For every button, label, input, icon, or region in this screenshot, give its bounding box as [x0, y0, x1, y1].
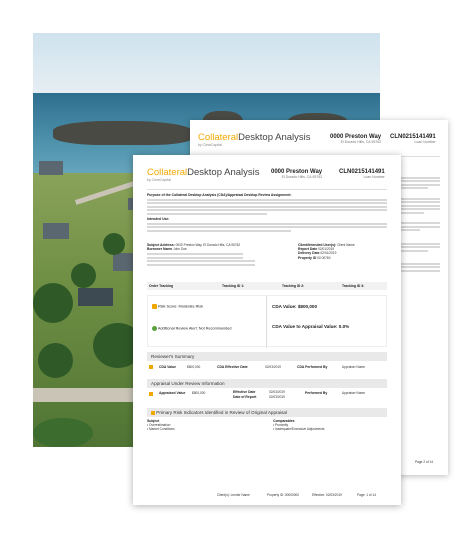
tree: [71, 263, 96, 288]
review-alert: Additional Review Alert: Not Recommended: [152, 326, 232, 331]
house: [39, 161, 63, 175]
cda-ratio: CDA Value to Appraisal Value: 0.0%: [272, 324, 350, 329]
tree: [38, 343, 73, 378]
tracking-row: Order Tracking Tracking ID 1: Tracking I…: [147, 282, 387, 290]
tree: [33, 283, 73, 323]
sky: [33, 33, 380, 93]
page-footer: Client(s): Lender Name Property ID: 0000…: [217, 493, 376, 497]
comparables-risk-list: Comparables • Proximity • Inadequate/Exc…: [273, 419, 325, 432]
loan-label: Loan Number: [414, 140, 436, 144]
tree: [103, 233, 125, 255]
client-info: Client/Intended User(s): Client Name Rep…: [298, 243, 355, 260]
appraisal-heading: Appraisal Under Review Information: [147, 379, 387, 388]
purpose-heading: Purpose of the Collateral Desktop Analys…: [147, 193, 292, 197]
rock-formation: [53, 121, 193, 145]
report-page-front: CollateralDesktop Analysis by ClearCapit…: [133, 155, 401, 505]
check-icon: [152, 326, 157, 331]
warning-icon: [152, 304, 157, 309]
square-icon: [149, 392, 153, 396]
brand-sub: by ClearCapital: [147, 178, 171, 182]
intended-use-heading: Intended Use:: [147, 216, 170, 221]
risk-score: Risk Score: Moderate Risk: [152, 304, 203, 309]
property-city: El Dorado Hills, CA 95762: [340, 140, 382, 144]
reviewer-row: CDA Value $800,000 CDA Effective Date 02…: [147, 363, 387, 371]
tree: [33, 418, 93, 447]
cda-value: CDA Value: $800,000: [272, 304, 318, 309]
primary-risk-heading: Primary Risk Indicators Identified in Re…: [147, 408, 387, 417]
square-icon: [151, 410, 155, 415]
reviewers-summary-heading: Reviewer's Summary: [147, 352, 387, 361]
risk-summary: Risk Score: Moderate Risk Additional Rev…: [147, 295, 387, 348]
text-block: [400, 175, 440, 274]
subject-risk-list: Subject • Overestimation • Market Condit…: [147, 419, 175, 432]
house: [43, 223, 69, 239]
purpose-section: Purpose of the Collateral Desktop Analys…: [147, 193, 387, 233]
brand-logo: CollateralDesktop Analysis: [198, 132, 311, 143]
square-icon: [149, 365, 153, 369]
brand-logo: CollateralDesktop Analysis: [147, 167, 260, 178]
appraisal-row: Appraised Value $800,000 Effective Date …: [147, 390, 387, 400]
brand-sub: by ClearCapital: [198, 143, 222, 147]
house: [78, 288, 113, 306]
loan-label: Loan Number: [363, 175, 385, 179]
property-city: El Dorado Hills, CA 95762: [281, 175, 323, 179]
page-number: Page 2 of 14: [415, 460, 434, 464]
